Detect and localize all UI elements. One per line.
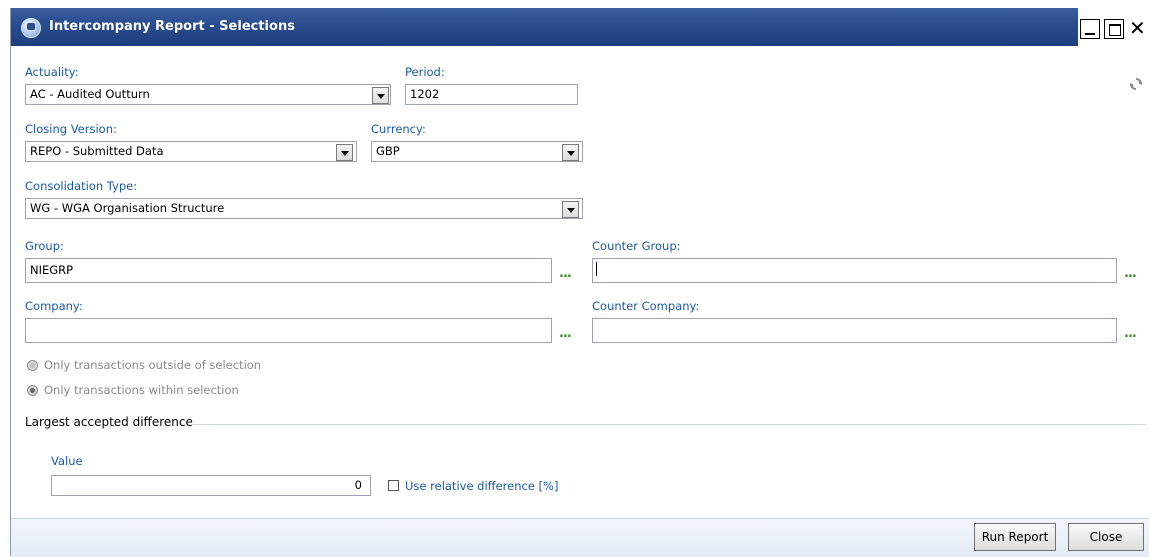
minimize-icon[interactable]: [1080, 19, 1100, 39]
currency-select[interactable]: GBP: [371, 141, 583, 162]
app-icon: [21, 18, 41, 38]
refresh-icon[interactable]: [1129, 77, 1143, 91]
section-divider: [191, 424, 1146, 425]
difference-section-title: Largest accepted difference: [25, 415, 193, 429]
period-value: 1202: [410, 87, 440, 101]
counter-company-browse-button[interactable]: ...: [1124, 326, 1137, 341]
title-bar[interactable]: Intercompany Report - Selections ✕: [11, 8, 1149, 46]
closing-version-dropdown-button[interactable]: [336, 144, 353, 161]
counter-company-label: Counter Company:: [592, 299, 700, 313]
consolidation-type-dropdown-button[interactable]: [562, 201, 579, 218]
window-title: Intercompany Report - Selections: [49, 19, 295, 34]
counter-group-input[interactable]: [592, 258, 1117, 283]
text-cursor: [596, 262, 597, 276]
value-label: Value: [51, 454, 83, 468]
currency-label: Currency:: [371, 122, 426, 136]
radio-outside-label: Only transactions outside of selection: [44, 358, 262, 372]
relative-difference-label: Use relative difference [%]: [405, 479, 559, 493]
counter-group-label: Counter Group:: [592, 239, 681, 253]
actuality-value: AC - Audited Outturn: [30, 87, 150, 101]
group-value: NIEGRP: [30, 263, 74, 277]
company-label: Company:: [25, 299, 83, 313]
company-input[interactable]: [25, 318, 552, 343]
group-label: Group:: [25, 239, 64, 253]
actuality-select[interactable]: AC - Audited Outturn: [25, 84, 391, 105]
relative-difference-checkbox[interactable]: [388, 480, 399, 491]
period-input[interactable]: 1202: [405, 84, 578, 105]
actuality-label: Actuality:: [25, 65, 79, 79]
value-input[interactable]: 0: [51, 475, 371, 496]
radio-button-checked[interactable]: [27, 384, 38, 396]
currency-dropdown-button[interactable]: [562, 144, 579, 161]
currency-value: GBP: [376, 144, 400, 158]
group-browse-button[interactable]: ...: [559, 266, 572, 281]
run-report-button[interactable]: Run Report: [974, 523, 1056, 551]
radio-within-selection[interactable]: Only transactions within selection: [27, 383, 239, 397]
closing-version-label: Closing Version:: [25, 122, 117, 136]
consolidation-type-label: Consolidation Type:: [25, 179, 138, 193]
value-text: 0: [354, 478, 362, 492]
consolidation-type-value: WG - WGA Organisation Structure: [30, 201, 225, 215]
radio-outside-selection[interactable]: Only transactions outside of selection: [27, 358, 261, 372]
group-input[interactable]: NIEGRP: [25, 258, 552, 283]
close-button[interactable]: Close: [1068, 523, 1144, 551]
actuality-dropdown-button[interactable]: [372, 87, 389, 104]
dialog-window: Intercompany Report - Selections ✕ Actua…: [10, 8, 1149, 557]
closing-version-select[interactable]: REPO - Submitted Data: [25, 141, 357, 162]
maximize-icon[interactable]: [1104, 19, 1124, 39]
window-controls: ✕: [1078, 8, 1149, 46]
closing-version-value: REPO - Submitted Data: [30, 144, 164, 158]
counter-company-input[interactable]: [592, 318, 1117, 343]
consolidation-type-select[interactable]: WG - WGA Organisation Structure: [25, 198, 583, 219]
radio-within-label: Only transactions within selection: [44, 383, 239, 397]
period-label: Period:: [405, 65, 445, 79]
counter-group-browse-button[interactable]: ...: [1124, 266, 1137, 281]
radio-button[interactable]: [27, 359, 38, 371]
company-browse-button[interactable]: ...: [559, 326, 572, 341]
close-icon[interactable]: ✕: [1128, 18, 1148, 39]
dialog-footer: Run Report Close: [11, 518, 1149, 557]
